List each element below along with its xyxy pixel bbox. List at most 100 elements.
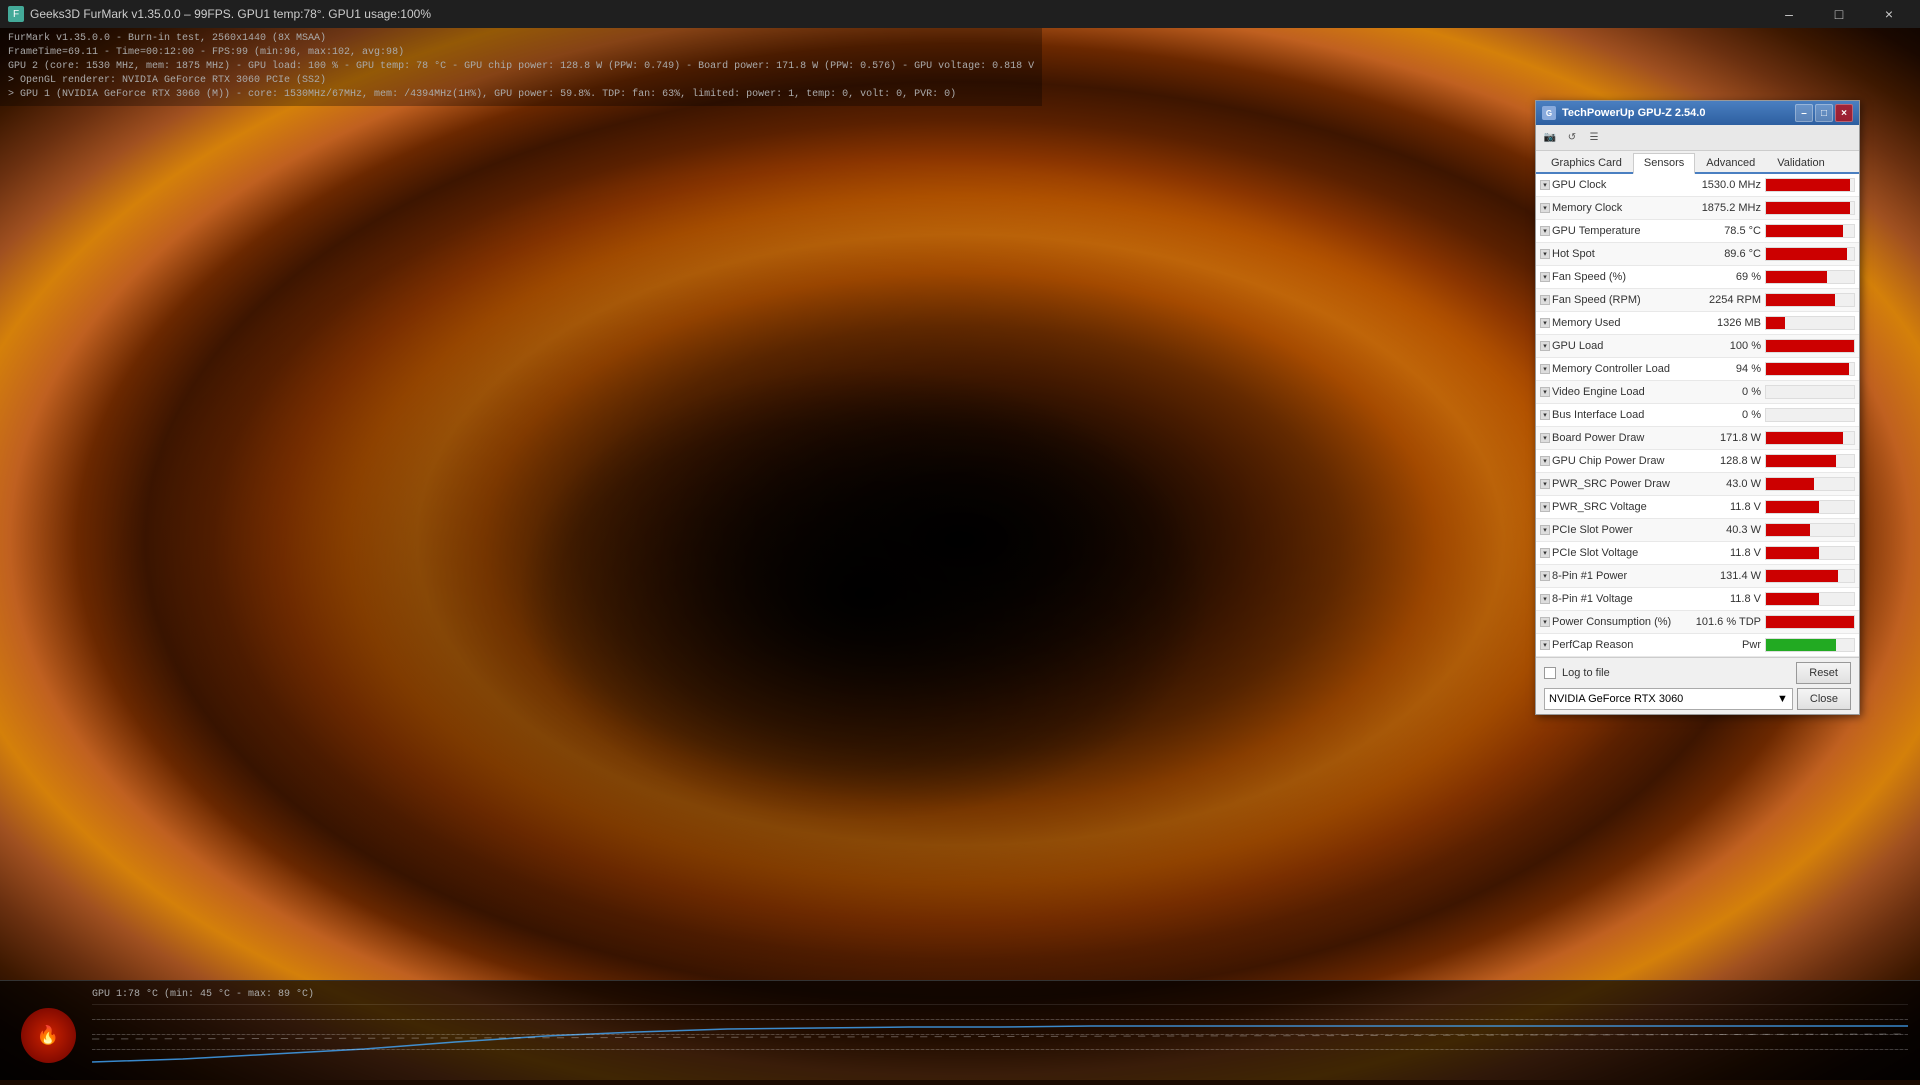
sensor-row: ▾GPU Load 100 % <box>1536 335 1859 358</box>
sensor-row: ▾Fan Speed (%)69 % <box>1536 266 1859 289</box>
sensor-dropdown-arrow[interactable]: ▾ <box>1540 548 1550 558</box>
close-button[interactable]: × <box>1866 0 1912 28</box>
sensor-dropdown-arrow[interactable]: ▾ <box>1540 341 1550 351</box>
gpuz-icon: G <box>1542 106 1556 120</box>
sensor-name: ▾Memory Controller Load <box>1540 363 1695 375</box>
main-title: Geeks3D FurMark v1.35.0.0 – 99FPS. GPU1 … <box>30 7 431 21</box>
sensor-name: ▾8-Pin #1 Voltage <box>1540 593 1695 605</box>
gpuz-bottom: Log to file Reset NVIDIA GeForce RTX 306… <box>1536 657 1859 714</box>
sensor-dropdown-arrow[interactable]: ▾ <box>1540 387 1550 397</box>
sensor-value: 0 % <box>1695 409 1765 421</box>
sensor-bar <box>1766 570 1838 582</box>
log-to-file-checkbox[interactable] <box>1544 667 1556 679</box>
sensor-value: 78.5 °C <box>1695 225 1765 237</box>
sensor-row: ▾Memory Controller Load94 % <box>1536 358 1859 381</box>
camera-icon-button[interactable]: 📷 <box>1540 128 1560 148</box>
tab-validation[interactable]: Validation <box>1766 153 1836 172</box>
menu-icon-button[interactable]: ☰ <box>1584 128 1604 148</box>
sensor-dropdown-arrow[interactable]: ▾ <box>1540 364 1550 374</box>
sensor-bar-container <box>1765 546 1855 560</box>
sensor-row: ▾PerfCap Reason Pwr <box>1536 634 1859 657</box>
gpuz-iconbar: 📷 ↺ ☰ <box>1536 125 1859 151</box>
sensor-row: ▾PWR_SRC Voltage11.8 V <box>1536 496 1859 519</box>
sensor-label: Memory Clock <box>1552 202 1622 214</box>
sensor-bar <box>1766 202 1850 214</box>
sensor-label: GPU Load <box>1552 340 1603 352</box>
tab-advanced[interactable]: Advanced <box>1695 153 1766 172</box>
sensor-label: GPU Chip Power Draw <box>1552 455 1664 467</box>
sensor-dropdown-arrow[interactable]: ▾ <box>1540 180 1550 190</box>
sensor-dropdown-arrow[interactable]: ▾ <box>1540 295 1550 305</box>
sensor-dropdown-arrow[interactable]: ▾ <box>1540 272 1550 282</box>
gpuz-maximize-button[interactable]: □ <box>1815 104 1833 122</box>
sensor-row: ▾GPU Clock1530.0 MHz <box>1536 174 1859 197</box>
sensor-dropdown-arrow[interactable]: ▾ <box>1540 249 1550 259</box>
sensor-value: Pwr <box>1695 639 1765 651</box>
sensor-bar-container <box>1765 247 1855 261</box>
sensor-dropdown-arrow[interactable]: ▾ <box>1540 640 1550 650</box>
sensor-bar <box>1766 524 1810 536</box>
sensor-row: ▾PCIe Slot Power40.3 W <box>1536 519 1859 542</box>
sensor-row: ▾Memory Clock1875.2 MHz <box>1536 197 1859 220</box>
sensor-value: 94 % <box>1695 363 1765 375</box>
sensor-bar <box>1766 639 1836 651</box>
sensor-bar <box>1766 317 1785 329</box>
sensor-dropdown-arrow[interactable]: ▾ <box>1540 594 1550 604</box>
sensor-label: Memory Used <box>1552 317 1620 329</box>
bottom-graph: 🔥 GPU 1:78 °C (min: 45 °C - max: 89 °C) <box>0 980 1920 1080</box>
tab-graphics-card[interactable]: Graphics Card <box>1540 153 1633 172</box>
sensor-bar <box>1766 225 1843 237</box>
sensor-value: 43.0 W <box>1695 478 1765 490</box>
sensor-label: Fan Speed (RPM) <box>1552 294 1641 306</box>
sensor-dropdown-arrow[interactable]: ▾ <box>1540 203 1550 213</box>
gpuz-title: TechPowerUp GPU-Z 2.54.0 <box>1562 107 1705 119</box>
sensor-dropdown-arrow[interactable]: ▾ <box>1540 456 1550 466</box>
refresh-icon-button[interactable]: ↺ <box>1562 128 1582 148</box>
sensor-bar-container <box>1765 178 1855 192</box>
sensor-name: ▾Fan Speed (RPM) <box>1540 294 1695 306</box>
sensor-bar-container <box>1765 431 1855 445</box>
debug-line5: > GPU 1 (NVIDIA GeForce RTX 3060 (M)) - … <box>8 88 1034 102</box>
sensor-dropdown-arrow[interactable]: ▾ <box>1540 433 1550 443</box>
maximize-button[interactable]: □ <box>1816 0 1862 28</box>
logo-area: 🔥 <box>8 985 88 1085</box>
sensor-bar-container <box>1765 523 1855 537</box>
gpuz-tabs: Graphics Card Sensors Advanced Validatio… <box>1536 151 1859 174</box>
sensor-row: ▾GPU Temperature78.5 °C <box>1536 220 1859 243</box>
sensor-dropdown-arrow[interactable]: ▾ <box>1540 571 1550 581</box>
sensor-name: ▾Board Power Draw <box>1540 432 1695 444</box>
sensor-dropdown-arrow[interactable]: ▾ <box>1540 479 1550 489</box>
reset-button[interactable]: Reset <box>1796 662 1851 684</box>
graph-area: GPU 1:78 °C (min: 45 °C - max: 89 °C) <box>88 985 1912 1076</box>
main-titlebar: F Geeks3D FurMark v1.35.0.0 – 99FPS. GPU… <box>0 0 1920 28</box>
sensor-row: ▾PWR_SRC Power Draw43.0 W <box>1536 473 1859 496</box>
sensor-bar <box>1766 363 1849 375</box>
sensor-dropdown-arrow[interactable]: ▾ <box>1540 502 1550 512</box>
sensor-bar <box>1766 179 1850 191</box>
sensor-bar <box>1766 294 1835 306</box>
sensors-table: ▾GPU Clock1530.0 MHz▾Memory Clock1875.2 … <box>1536 174 1859 657</box>
sensor-dropdown-arrow[interactable]: ▾ <box>1540 318 1550 328</box>
minimize-button[interactable]: – <box>1766 0 1812 28</box>
sensor-label: PCIe Slot Voltage <box>1552 547 1638 559</box>
sensor-dropdown-arrow[interactable]: ▾ <box>1540 525 1550 535</box>
sensor-label: PerfCap Reason <box>1552 639 1633 651</box>
gpuz-close-button[interactable]: × <box>1835 104 1853 122</box>
sensor-dropdown-arrow[interactable]: ▾ <box>1540 410 1550 420</box>
sensor-dropdown-arrow[interactable]: ▾ <box>1540 617 1550 627</box>
sensor-name: ▾Video Engine Load <box>1540 386 1695 398</box>
close-button-bottom[interactable]: Close <box>1797 688 1851 710</box>
sensor-bar <box>1766 340 1854 352</box>
sensor-label: Video Engine Load <box>1552 386 1645 398</box>
sensor-label: 8-Pin #1 Power <box>1552 570 1627 582</box>
sensor-bar <box>1766 616 1854 628</box>
sensor-label: PWR_SRC Voltage <box>1552 501 1647 513</box>
sensor-value: 100 % <box>1695 340 1765 352</box>
sensor-name: ▾Power Consumption (%) <box>1540 616 1695 628</box>
gpuz-minimize-button[interactable]: – <box>1795 104 1813 122</box>
sensor-bar <box>1766 271 1827 283</box>
device-select[interactable]: NVIDIA GeForce RTX 3060 ▼ <box>1544 688 1793 710</box>
graph-label: GPU 1:78 °C (min: 45 °C - max: 89 °C) <box>92 989 1908 1000</box>
sensor-dropdown-arrow[interactable]: ▾ <box>1540 226 1550 236</box>
tab-sensors[interactable]: Sensors <box>1633 153 1695 174</box>
